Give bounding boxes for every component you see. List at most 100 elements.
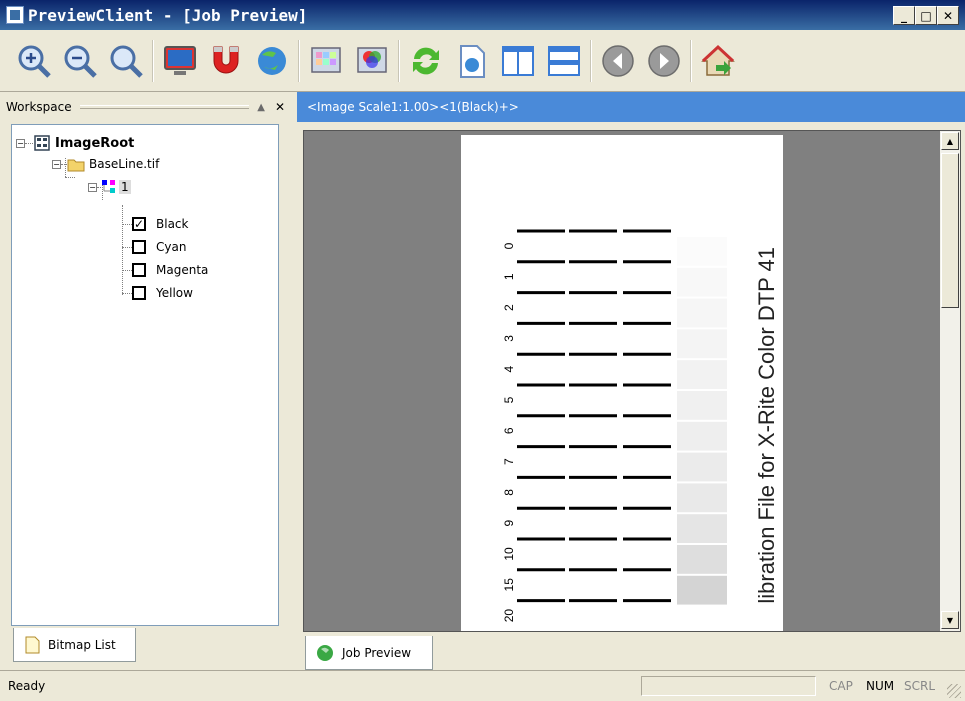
channel-label-magenta: Magenta xyxy=(156,263,209,277)
tab-job-preview[interactable]: Job Preview xyxy=(305,636,433,670)
minimize-button[interactable]: _ xyxy=(893,6,915,25)
image-scale-label: <Image Scale1:1.00><1(Black)+> xyxy=(307,100,519,114)
row-label: 20 xyxy=(502,609,516,623)
resize-grip[interactable] xyxy=(947,684,961,698)
checkbox-black[interactable]: ✓ xyxy=(132,217,146,231)
gray-patch xyxy=(677,267,727,297)
calibration-title: libration File for X-Rite Color DTP 41 xyxy=(754,247,779,604)
zoom-out-icon xyxy=(64,45,97,78)
cap-indicator: CAP xyxy=(829,679,853,693)
toolbar-separator xyxy=(690,39,692,82)
zoom-out-button[interactable] xyxy=(60,41,100,81)
app-icon[interactable] xyxy=(6,6,24,24)
magnet-button[interactable] xyxy=(206,41,246,81)
row-label: 15 xyxy=(502,578,516,592)
zoom-fit-icon xyxy=(110,45,143,78)
globe-icon xyxy=(317,644,333,661)
checkbox-cyan[interactable] xyxy=(132,240,146,254)
channel-label-black: Black xyxy=(156,217,189,231)
color-grid-button[interactable] xyxy=(306,41,346,81)
maximize-button[interactable]: □ xyxy=(915,6,937,25)
checkbox-yellow[interactable] xyxy=(132,286,146,300)
refresh-icon xyxy=(413,47,439,74)
row-label: 4 xyxy=(502,366,516,373)
tree-line xyxy=(122,293,132,294)
window-controls: _ □ ✕ xyxy=(893,6,959,25)
globe-refresh-button[interactable] xyxy=(252,41,292,81)
refresh-button[interactable] xyxy=(406,41,446,81)
status-bar: Ready CAP NUM SCRL xyxy=(0,670,965,701)
gray-patch xyxy=(677,329,727,359)
globe-refresh-icon xyxy=(258,46,286,75)
tree-label-page: 1 xyxy=(119,180,131,194)
gray-patch xyxy=(677,298,727,328)
row-label: 5 xyxy=(502,396,516,403)
split-horizontal-button[interactable] xyxy=(544,41,584,81)
gray-patch xyxy=(677,421,727,451)
collapse-icon[interactable]: − xyxy=(52,159,61,169)
preview-canvas[interactable]: 0 1 2 3 4 5 6 7 8 9 10 15 20 libration File for X-Ri… xyxy=(303,130,961,632)
gray-patch xyxy=(677,237,727,266)
back-button[interactable] xyxy=(598,41,638,81)
calibration-chart: 0 1 2 3 4 5 6 7 8 9 10 15 20 xyxy=(502,229,727,623)
row-label: 2 xyxy=(502,304,516,311)
toolbar-separator xyxy=(398,39,400,82)
checkbox-magenta[interactable] xyxy=(132,263,146,277)
home-exit-button[interactable] xyxy=(698,41,738,81)
magnet-icon xyxy=(213,46,239,73)
tree-node-file[interactable]: − BaseLine.tif xyxy=(52,156,159,172)
forward-button[interactable] xyxy=(644,41,684,81)
gray-patch xyxy=(677,545,727,574)
tree-node-root[interactable]: − ImageRoot xyxy=(16,134,134,152)
tree-label-root: ImageRoot xyxy=(55,135,135,151)
row-label: 8 xyxy=(502,489,516,496)
toolbar-separator xyxy=(298,39,300,82)
monitor-button[interactable] xyxy=(160,41,200,81)
panel-grip[interactable] xyxy=(79,105,250,109)
back-arrow-icon xyxy=(602,44,634,77)
num-indicator: NUM xyxy=(866,679,895,693)
preview-panel: <Image Scale1:1.00><1(Black)+> 0 1 2 3 4 5 6 7 8… xyxy=(297,92,965,670)
scroll-up-button[interactable]: ▲ xyxy=(941,132,959,150)
home-exit-icon xyxy=(701,44,735,76)
zoom-in-button[interactable] xyxy=(14,41,54,81)
tree-node-page[interactable]: − 1 xyxy=(88,179,131,195)
workspace-label: Workspace xyxy=(6,100,72,114)
scrl-indicator: SCRL xyxy=(904,679,936,693)
collapse-icon[interactable]: − xyxy=(88,182,97,192)
split-vertical-button[interactable] xyxy=(498,41,538,81)
tab-bitmap-list[interactable]: Bitmap List xyxy=(13,628,136,662)
workspace-header: Workspace ▲ ✕ xyxy=(0,92,291,122)
title-bar: PreviewClient - [Job Preview] _ □ ✕ xyxy=(0,0,965,30)
scroll-down-button[interactable]: ▼ xyxy=(941,611,959,629)
row-label: 6 xyxy=(502,427,516,434)
tree-line xyxy=(65,177,75,178)
vertical-scrollbar[interactable]: ▲ ▼ xyxy=(940,131,960,631)
workspace-tree: − ImageRoot − BaseLine.tif − 1 ✓ Black C… xyxy=(11,124,279,626)
pin-icon[interactable]: ▲ xyxy=(257,102,265,113)
row-label: 10 xyxy=(502,547,516,561)
close-button[interactable]: ✕ xyxy=(937,6,959,25)
collapse-icon[interactable]: − xyxy=(16,138,25,148)
forward-arrow-icon xyxy=(648,44,680,77)
zoom-fit-button[interactable] xyxy=(106,41,146,81)
gray-patch xyxy=(677,483,727,513)
close-panel-icon[interactable]: ✕ xyxy=(275,100,285,114)
split-vertical-icon xyxy=(502,45,534,76)
toolbar-separator xyxy=(590,39,592,82)
gray-patch xyxy=(677,391,727,420)
tab-job-preview-label: Job Preview xyxy=(342,645,412,660)
gray-patch xyxy=(677,575,727,605)
channel-magenta[interactable]: Magenta xyxy=(132,263,208,277)
page-globe-icon xyxy=(460,44,485,78)
color-separation-button[interactable] xyxy=(352,41,392,81)
tree-label-file: BaseLine.tif xyxy=(89,157,160,171)
row-label: 3 xyxy=(502,335,516,342)
channel-cyan[interactable]: Cyan xyxy=(132,240,186,254)
workspace-panel: Workspace ▲ ✕ − ImageRoot − BaseLine.tif… xyxy=(0,92,291,670)
scroll-thumb[interactable] xyxy=(941,153,959,308)
channel-yellow[interactable]: Yellow xyxy=(132,286,193,300)
page-globe-button[interactable] xyxy=(452,41,492,81)
channel-black[interactable]: ✓ Black xyxy=(132,217,188,231)
channels-icon xyxy=(102,180,115,193)
